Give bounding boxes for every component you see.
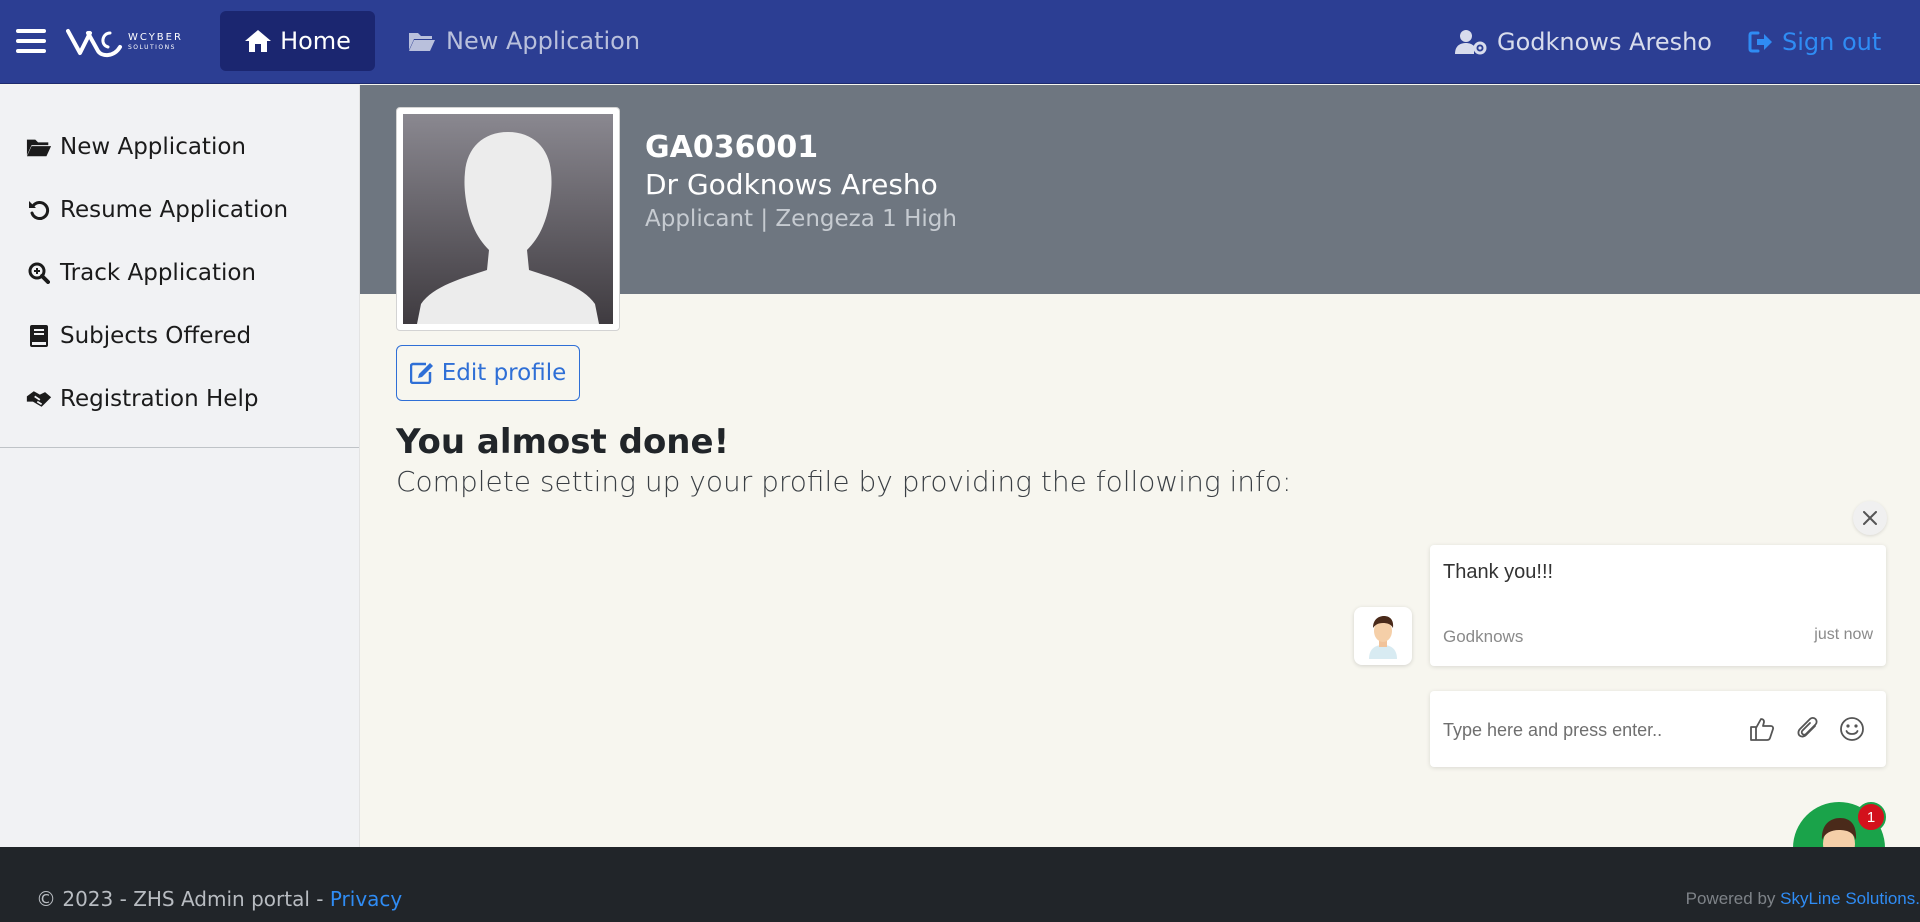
unread-count-badge: 1 [1856, 802, 1886, 832]
sidebar-item-track-application[interactable]: Track Application [0, 241, 359, 304]
edit-profile-button[interactable]: Edit profile [396, 345, 580, 401]
thumbs-up-icon[interactable] [1746, 713, 1778, 745]
chat-close-button[interactable] [1853, 501, 1887, 535]
profile-code: GA036001 [645, 130, 819, 165]
handshake-icon [26, 388, 52, 410]
nav-home-link[interactable]: Home [220, 11, 375, 71]
profile-photo [396, 107, 620, 331]
logo-line1: WCYBER [128, 32, 183, 43]
user-silhouette-icon [417, 132, 599, 324]
chat-message-input[interactable] [1443, 715, 1733, 745]
privacy-link[interactable]: Privacy [330, 887, 402, 911]
undo-icon [26, 199, 52, 221]
nav-new-application-link[interactable]: New Application [408, 11, 640, 71]
footer: © 2023 - ZHS Admin portal - Privacy Powe… [0, 847, 1920, 922]
search-zoom-icon [26, 262, 52, 284]
nav-home-label: Home [280, 27, 351, 55]
brand-logo[interactable]: WCYBER SOLUTIONS [66, 22, 183, 62]
book-icon [26, 324, 52, 348]
nav-new-application-label: New Application [446, 27, 641, 55]
sign-out-icon [1748, 31, 1772, 53]
sidebar-item-new-application[interactable]: New Application [0, 115, 359, 178]
footer-powered-by: Powered by SkyLine Solutions. [1686, 889, 1920, 909]
edit-icon [409, 362, 433, 384]
page-headline: You almost done! [396, 422, 730, 462]
logo-text: WCYBER SOLUTIONS [128, 33, 183, 51]
sidebar-menu: New Application Resume Application Track… [0, 85, 359, 448]
home-icon [245, 30, 272, 52]
folder-open-icon [26, 136, 52, 158]
logo-line2: SOLUTIONS [128, 44, 176, 51]
sidebar-item-label: Track Application [60, 259, 257, 286]
copyright-text: © 2023 - ZHS Admin portal - [36, 887, 330, 911]
sidebar-item-label: Subjects Offered [60, 322, 252, 349]
signout-link[interactable]: Sign out [1748, 11, 1881, 73]
chat-message-text: Thank you!!! [1443, 561, 1554, 583]
profile-name: Dr Godknows Aresho [645, 168, 938, 201]
footer-copyright: © 2023 - ZHS Admin portal - Privacy [36, 887, 402, 911]
emoji-icon[interactable] [1836, 713, 1868, 745]
chat-message: Thank you!!! Godknows just now [1430, 545, 1886, 666]
top-navbar: WCYBER SOLUTIONS Home New Application Go… [0, 0, 1920, 84]
folder-open-icon [409, 33, 435, 51]
chat-agent-avatar [1354, 607, 1412, 665]
chat-message-time: just now [1814, 626, 1873, 643]
edit-profile-label: Edit profile [441, 360, 567, 386]
profile-role: Applicant | Zengeza 1 High [645, 206, 957, 232]
sidebar-item-resume-application[interactable]: Resume Application [0, 178, 359, 241]
skyline-solutions-link[interactable]: SkyLine Solutions. [1780, 889, 1920, 908]
avatar-placeholder [403, 114, 613, 324]
page-subtitle: Complete setting up your profile by prov… [396, 465, 1292, 498]
close-icon [1863, 511, 1877, 525]
user-cog-icon [1455, 30, 1487, 55]
hamburger-menu-icon[interactable] [16, 26, 46, 56]
sidebar-item-label: New Application [60, 133, 246, 160]
signout-label: Sign out [1782, 28, 1882, 56]
nav-user-name: Godknows Aresho [1497, 28, 1712, 56]
logo-mark-icon [66, 29, 122, 58]
sidebar-item-subjects-offered[interactable]: Subjects Offered [0, 304, 359, 367]
sidebar-item-label: Resume Application [60, 196, 289, 223]
nav-user-menu[interactable]: Godknows Aresho [1455, 11, 1712, 73]
sidebar-item-label: Registration Help [60, 385, 259, 412]
sidebar: New Application Resume Application Track… [0, 85, 360, 847]
chat-composer [1430, 691, 1886, 767]
paperclip-icon[interactable] [1792, 713, 1824, 745]
chat-message-sender: Godknows [1443, 627, 1524, 646]
powered-by-text: Powered by [1685, 889, 1781, 908]
sidebar-item-registration-help[interactable]: Registration Help [0, 367, 359, 430]
agent-avatar-icon [1369, 616, 1397, 659]
